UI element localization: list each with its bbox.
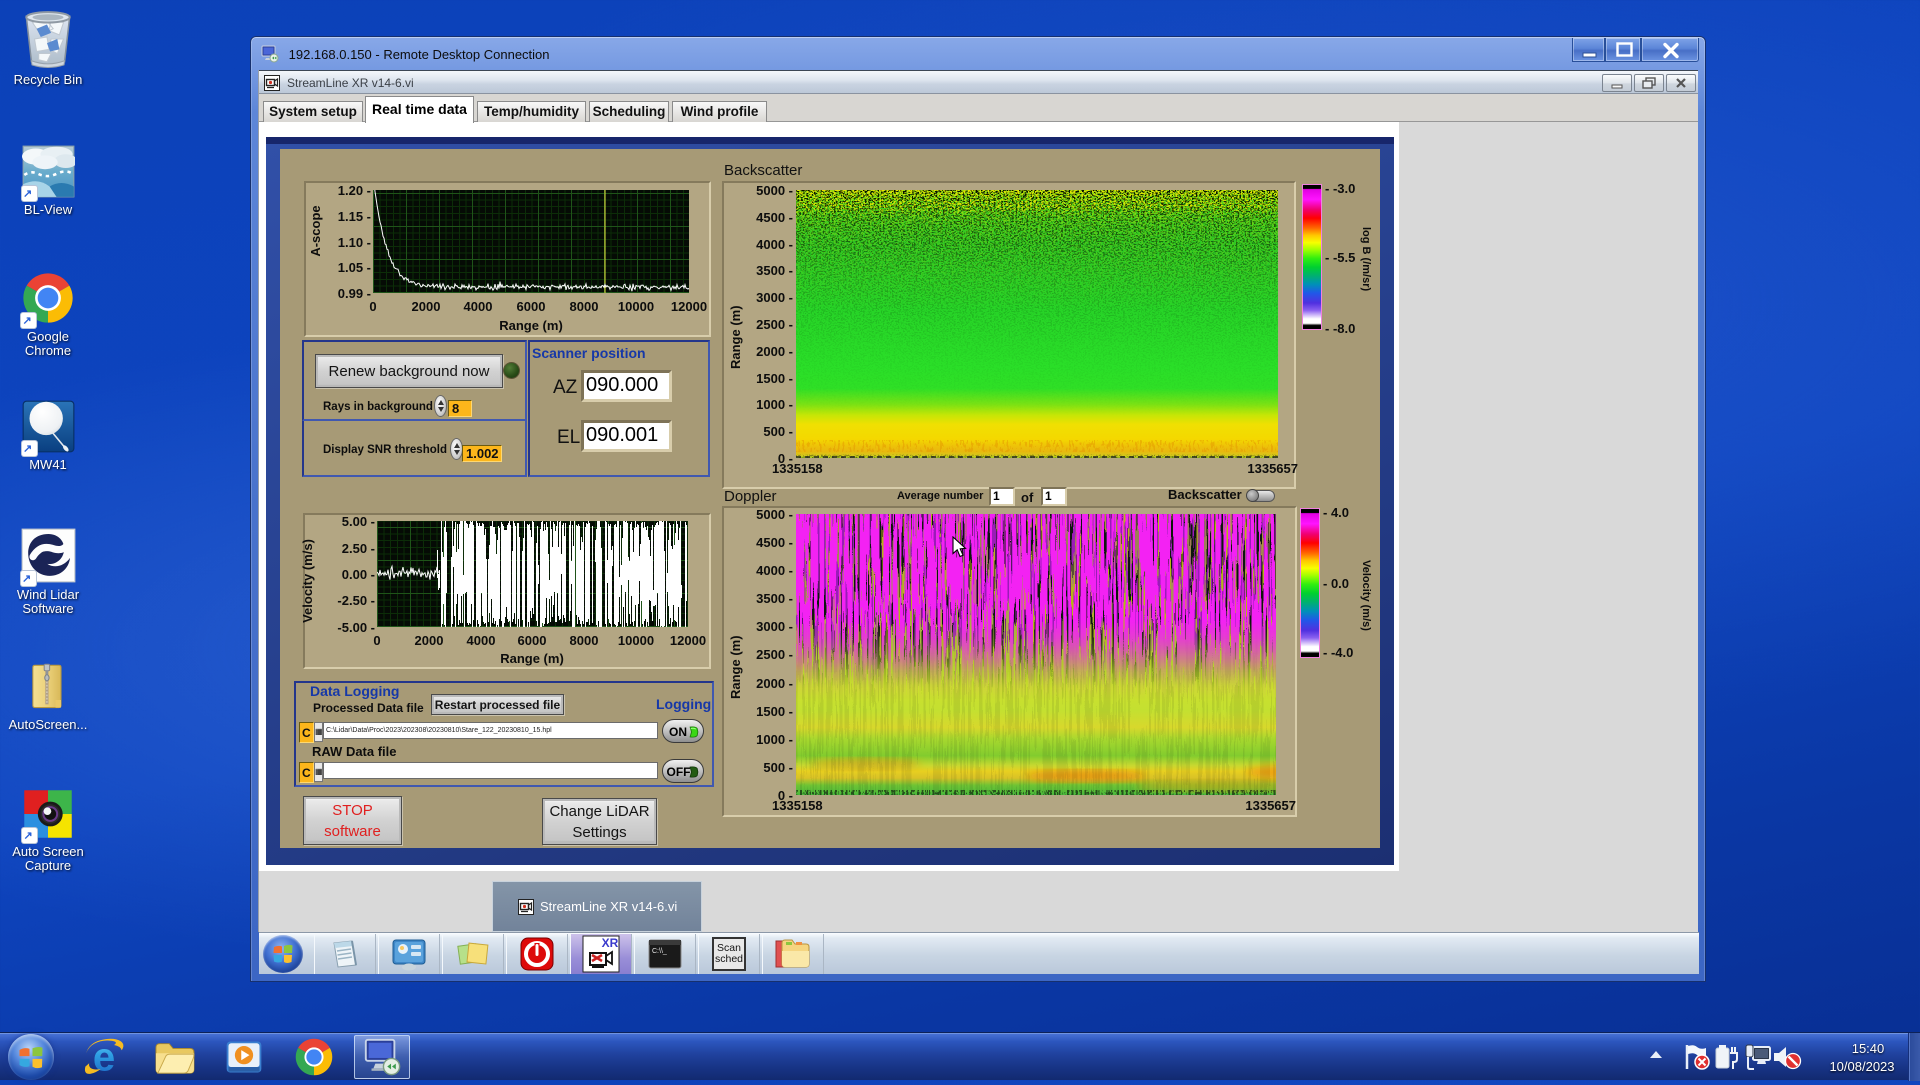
svg-text:XR: XR: [602, 936, 619, 950]
svg-text:sched: sched: [715, 953, 743, 965]
svg-text:e: e: [93, 1035, 115, 1079]
svg-text:C:\\_: C:\\_: [652, 948, 667, 955]
